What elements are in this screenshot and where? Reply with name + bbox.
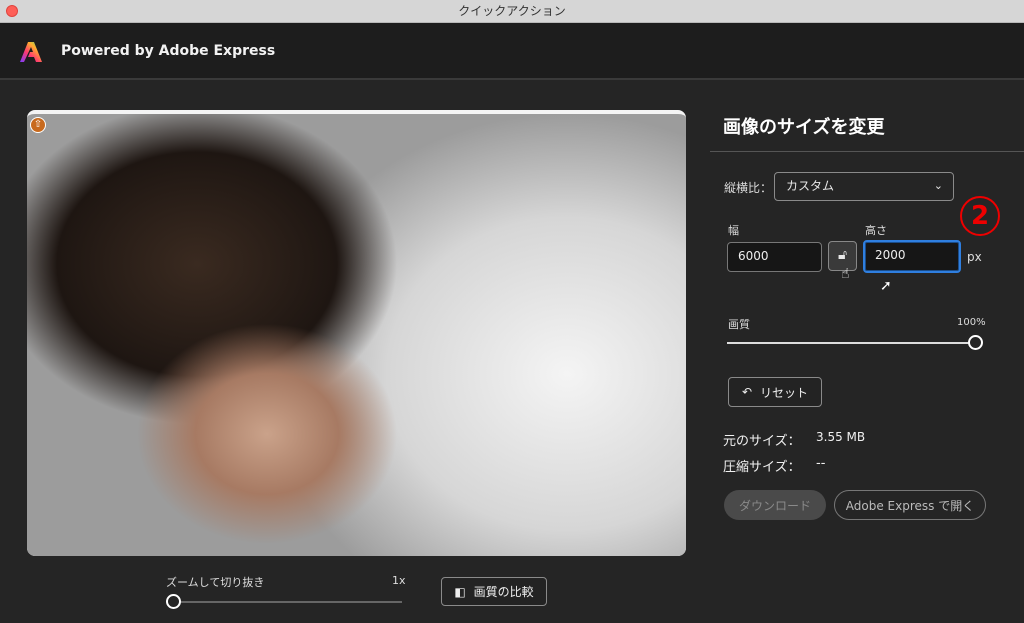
compressed-size-value: --: [816, 456, 826, 471]
panel-title: 画像のサイズを変更: [723, 117, 885, 138]
quality-value: 100%: [957, 317, 986, 328]
zoom-slider-thumb[interactable]: [166, 594, 181, 609]
quality-slider-thumb[interactable]: [968, 335, 983, 350]
title-bar: クイックアクション: [0, 0, 1024, 23]
original-size-label: 元のサイズ：: [723, 434, 801, 449]
aspect-label: 縦横比：: [724, 181, 773, 195]
adobe-express-logo-icon: [20, 42, 42, 62]
close-button[interactable]: [6, 5, 18, 17]
height-input[interactable]: 2000: [863, 240, 961, 273]
compare-icon: ◧: [454, 584, 466, 599]
zoom-value: 1x: [392, 574, 406, 587]
divider: [710, 151, 1024, 152]
annotation-number: 2: [960, 196, 1000, 236]
aspect-ratio-select[interactable]: カスタム ⌄: [774, 172, 954, 201]
original-size-value: 3.55 MB: [816, 430, 866, 444]
compare-quality-button[interactable]: ◧ 画質の比較: [441, 577, 547, 606]
unit-label: px: [967, 250, 982, 264]
brand-label: Powered by Adobe Express: [61, 43, 276, 59]
aspect-value: カスタム: [786, 179, 835, 193]
unlock-icon: 🔓︎: [837, 247, 848, 263]
zoom-crop-label: ズームして切り抜き: [166, 576, 265, 589]
width-label: 幅: [728, 224, 739, 237]
download-button[interactable]: ダウンロード: [724, 490, 826, 520]
reset-label: リセット: [760, 385, 809, 400]
reset-button[interactable]: ↶ リセット: [728, 377, 822, 407]
header: Powered by Adobe Express: [0, 23, 1024, 80]
compare-label: 画質の比較: [473, 585, 534, 599]
compressed-size-label: 圧縮サイズ：: [723, 460, 801, 475]
width-input[interactable]: 6000: [727, 242, 822, 272]
undo-icon: ↶: [741, 385, 753, 399]
zoom-slider-track[interactable]: [180, 601, 402, 603]
hand-cursor-icon: ☝︎: [841, 266, 850, 282]
upload-icon[interactable]: ⇧: [30, 117, 46, 133]
open-in-express-button[interactable]: Adobe Express で開く: [834, 490, 986, 520]
quality-slider-track[interactable]: [727, 342, 969, 344]
image-preview[interactable]: ⇧: [27, 110, 686, 556]
quality-label: 画質: [728, 318, 750, 331]
arrow-cursor-icon: ➚: [880, 278, 892, 294]
window-title: クイックアクション: [458, 4, 566, 18]
chevron-down-icon: ⌄: [933, 179, 943, 192]
height-label: 高さ: [865, 224, 887, 237]
